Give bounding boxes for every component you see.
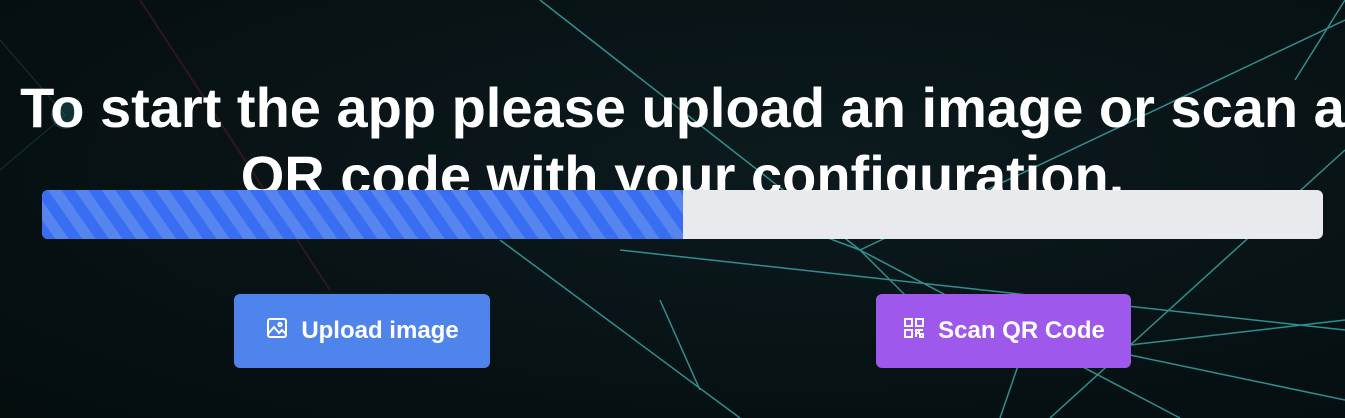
progress-bar <box>42 190 1323 239</box>
scan-qr-code-button[interactable]: Scan QR Code <box>876 294 1131 368</box>
progress-fill <box>42 190 683 239</box>
qr-code-icon <box>902 316 926 347</box>
upload-image-label: Upload image <box>301 317 459 344</box>
scan-qr-code-label: Scan QR Code <box>938 317 1105 344</box>
image-icon <box>265 316 289 347</box>
upload-image-button[interactable]: Upload image <box>234 294 490 368</box>
